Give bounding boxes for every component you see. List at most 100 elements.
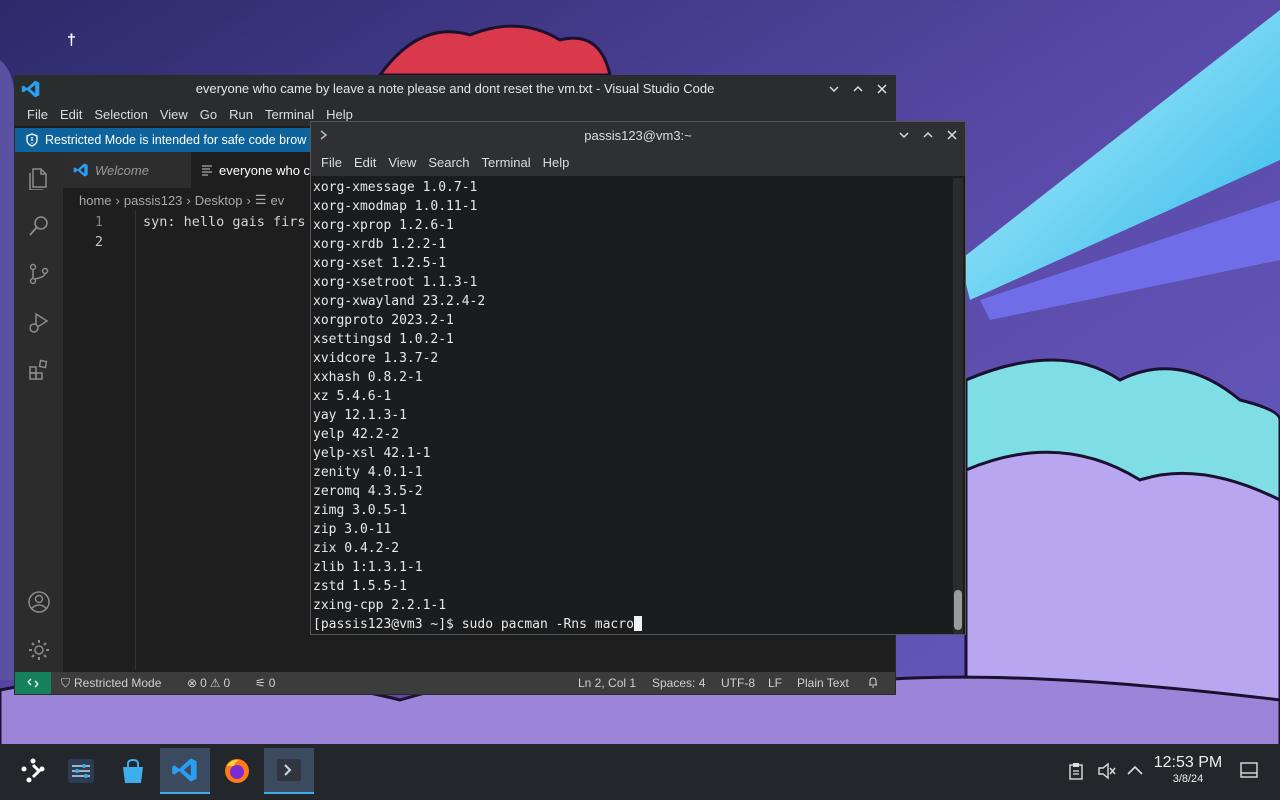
terminal-line: xorg-xwayland 23.2.4-2 bbox=[313, 294, 486, 309]
application-launcher-button[interactable] bbox=[8, 748, 58, 794]
error-count: 0 bbox=[200, 676, 207, 690]
menu-help[interactable]: Help bbox=[320, 107, 359, 122]
vscode-window-controls bbox=[825, 76, 891, 102]
status-indentation[interactable]: Spaces: 4 bbox=[652, 676, 705, 690]
menu-edit[interactable]: Edit bbox=[348, 155, 382, 170]
discover-store-button[interactable] bbox=[108, 748, 158, 794]
close-button[interactable] bbox=[943, 126, 961, 144]
shell-command[interactable]: sudo pacman -Rns macro bbox=[462, 617, 634, 632]
clipboard-icon[interactable] bbox=[1068, 762, 1084, 783]
menu-file[interactable]: File bbox=[21, 107, 54, 122]
system-settings-taskbar-button[interactable] bbox=[56, 748, 106, 794]
system-tray-expand-button[interactable] bbox=[1126, 764, 1144, 779]
warning-icon: ⚠ bbox=[209, 676, 221, 690]
notifications-bell-icon[interactable] bbox=[867, 676, 879, 691]
terminal-line: zeromq 4.3.5-2 bbox=[313, 484, 423, 499]
broadcast-icon: ⚟ bbox=[255, 676, 266, 690]
activity-bar: 1 bbox=[15, 152, 63, 672]
remote-icon bbox=[27, 678, 39, 688]
code-line[interactable]: syn: hello gais firs bbox=[143, 214, 306, 230]
taskbar: 12:53 PM 3/8/24 bbox=[0, 744, 1280, 800]
terminal-line: xorg-xsetroot 1.1.3-1 bbox=[313, 275, 478, 290]
show-desktop-button[interactable] bbox=[1240, 762, 1258, 781]
menu-selection[interactable]: Selection bbox=[88, 107, 153, 122]
minimize-button[interactable] bbox=[895, 126, 913, 144]
terminal-line: xz 5.4.6-1 bbox=[313, 389, 392, 404]
extensions-icon[interactable] bbox=[27, 358, 51, 382]
maximize-button[interactable] bbox=[849, 80, 867, 98]
minimize-button[interactable] bbox=[825, 80, 843, 98]
menu-search[interactable]: Search bbox=[422, 155, 475, 170]
status-problems[interactable]: ⊗ 0 ⚠ 0 bbox=[187, 676, 230, 690]
status-restricted-label: Restricted Mode bbox=[74, 676, 162, 690]
menu-terminal[interactable]: Terminal bbox=[259, 107, 320, 122]
menu-run[interactable]: Run bbox=[223, 107, 259, 122]
vscode-logo-icon bbox=[172, 758, 197, 782]
breadcrumb-separator-icon: › bbox=[246, 192, 251, 208]
status-restricted-mode[interactable]: ⛉ Restricted Mode bbox=[61, 676, 161, 691]
chevron-down-icon bbox=[829, 86, 839, 93]
settings-sliders-icon bbox=[68, 759, 94, 783]
breadcrumb-file[interactable]: ev bbox=[270, 193, 284, 208]
breadcrumb-user[interactable]: passis123 bbox=[124, 193, 183, 208]
status-eol[interactable]: LF bbox=[768, 676, 782, 690]
menu-help[interactable]: Help bbox=[537, 155, 576, 170]
search-icon[interactable] bbox=[27, 214, 51, 238]
error-icon: ⊗ bbox=[187, 676, 198, 690]
tab-welcome[interactable]: Welcome bbox=[63, 152, 191, 188]
terminal-line: xorg-xrdb 1.2.2-1 bbox=[313, 237, 447, 252]
terminal-line: xorg-xmessage 1.0.7-1 bbox=[313, 180, 478, 195]
breadcrumb-home[interactable]: home bbox=[79, 193, 112, 208]
digital-clock[interactable]: 12:53 PM 3/8/24 bbox=[1148, 754, 1228, 785]
terminal-line: xorg-xprop 1.2.6-1 bbox=[313, 218, 454, 233]
shield-icon: ⛉ bbox=[61, 676, 71, 690]
maximize-button[interactable] bbox=[919, 126, 937, 144]
breadcrumb-desktop[interactable]: Desktop bbox=[195, 193, 243, 208]
explorer-icon[interactable] bbox=[27, 166, 51, 190]
terminal-titlebar[interactable]: passis123@vm3:~ bbox=[311, 122, 965, 148]
ports-count: 0 bbox=[268, 676, 276, 690]
source-control-icon[interactable] bbox=[27, 262, 51, 286]
terminal-taskbar-button[interactable] bbox=[264, 748, 314, 794]
menu-view[interactable]: View bbox=[154, 107, 194, 122]
line-number: 2 bbox=[94, 234, 103, 250]
firefox-icon bbox=[225, 759, 249, 783]
menu-terminal[interactable]: Terminal bbox=[476, 155, 537, 170]
status-ports[interactable]: ⚟ 0 bbox=[255, 676, 275, 690]
vscode-titlebar[interactable]: everyone who came by leave a note please… bbox=[15, 76, 895, 102]
text-file-icon bbox=[202, 165, 212, 176]
tab-welcome-label: Welcome bbox=[95, 162, 149, 178]
chevron-up-icon bbox=[923, 131, 933, 138]
status-language[interactable]: Plain Text bbox=[797, 676, 849, 690]
gear-icon[interactable] bbox=[27, 638, 51, 662]
show-desktop-icon bbox=[1240, 762, 1258, 778]
account-icon[interactable] bbox=[27, 590, 51, 614]
terminal-scrollbar[interactable] bbox=[953, 178, 963, 634]
breadcrumb: home › passis123 › Desktop › ☰ ev bbox=[79, 190, 284, 210]
terminal-line: yelp 42.2-2 bbox=[313, 427, 400, 442]
chevron-up-icon bbox=[1127, 765, 1143, 775]
banner-text: Restricted Mode is intended for safe cod… bbox=[45, 133, 307, 147]
firefox-taskbar-button[interactable] bbox=[212, 748, 262, 794]
run-debug-icon[interactable] bbox=[27, 310, 51, 334]
menu-view[interactable]: View bbox=[382, 155, 422, 170]
status-bar: ⛉ Restricted Mode ⊗ 0 ⚠ 0 ⚟ 0 Ln 2, Col … bbox=[15, 672, 895, 694]
status-cursor-position[interactable]: Ln 2, Col 1 bbox=[578, 676, 636, 690]
terminal-window-title: passis123@vm3:~ bbox=[584, 128, 692, 143]
scrollbar-thumb[interactable] bbox=[954, 590, 962, 630]
volume-muted-icon[interactable] bbox=[1097, 762, 1117, 783]
vscode-taskbar-button[interactable] bbox=[160, 748, 210, 794]
breadcrumb-file-icon: ☰ bbox=[254, 192, 267, 207]
close-button[interactable] bbox=[873, 80, 891, 98]
desktop-marker: † bbox=[67, 32, 76, 49]
status-encoding[interactable]: UTF-8 bbox=[721, 676, 755, 690]
menu-go[interactable]: Go bbox=[194, 107, 223, 122]
clipboard-icon-shape bbox=[1069, 763, 1083, 780]
chevron-up-icon bbox=[853, 85, 863, 92]
remote-button[interactable] bbox=[15, 672, 51, 694]
tab-note-file-label: everyone who c bbox=[219, 162, 311, 178]
menu-edit[interactable]: Edit bbox=[54, 107, 88, 122]
terminal-prompt-line[interactable]: [passis123@vm3 ~]$ sudo pacman -Rns macr… bbox=[313, 615, 953, 634]
menu-file[interactable]: File bbox=[315, 155, 348, 170]
terminal-output[interactable]: xorg-xmessage 1.0.7-1 xorg-xmodmap 1.0.1… bbox=[311, 178, 953, 634]
